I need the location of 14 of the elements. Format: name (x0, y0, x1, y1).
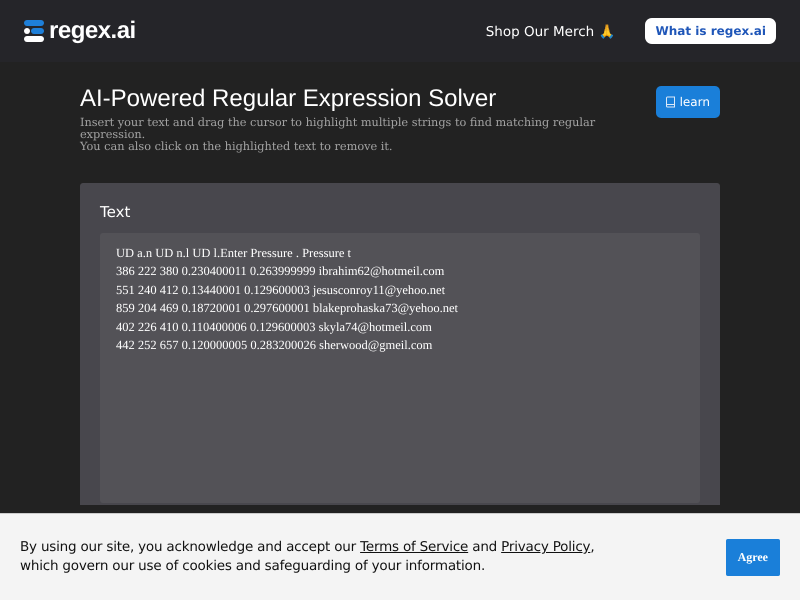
text-label: Text (100, 203, 132, 221)
cookie-notice: By using our site, you acknowledge and accept our Terms of Service and Privacy Policy, which govern our use of cookies and safeguarding of your information. (20, 538, 596, 576)
book-icon (666, 96, 676, 108)
learn-button[interactable]: learn (656, 86, 720, 118)
terms-link[interactable]: Terms of Service (360, 539, 468, 555)
text-input-area[interactable]: UD a.n UD n.l UD l.Enter Pressure . Pressure t 386 222 380 0.230400011 0.263999999 ibrahim62@hotmeil.com 551 240 412 0.13440001 0.129600003 jesusconroy11@yehoo.net 859 204 469 0.18720001 0.297600001 blakeprohaska73@yehoo.net 402 226 410 0.110400006 0.129600003 skyla74@hotmeil.com 442 252 657 0.120000005 0.283200026 sherwood@gmeil.com (100, 233, 700, 503)
merch-link[interactable]: Shop Our Merch 🙏 (486, 22, 616, 40)
logo-icon (24, 20, 44, 42)
logo-text[interactable]: regex.ai (49, 17, 136, 45)
privacy-link[interactable]: Privacy Policy (501, 539, 590, 555)
about-button[interactable]: What is regex.ai (645, 18, 776, 44)
page-description: Insert your text and drag the cursor to highlight multiple strings to find matching regular expression. You can also click on the highlighted text to remove it. (80, 117, 596, 153)
page-title: AI-Powered Regular Expression Solver (80, 84, 498, 114)
agree-button[interactable]: Agree (726, 538, 780, 576)
